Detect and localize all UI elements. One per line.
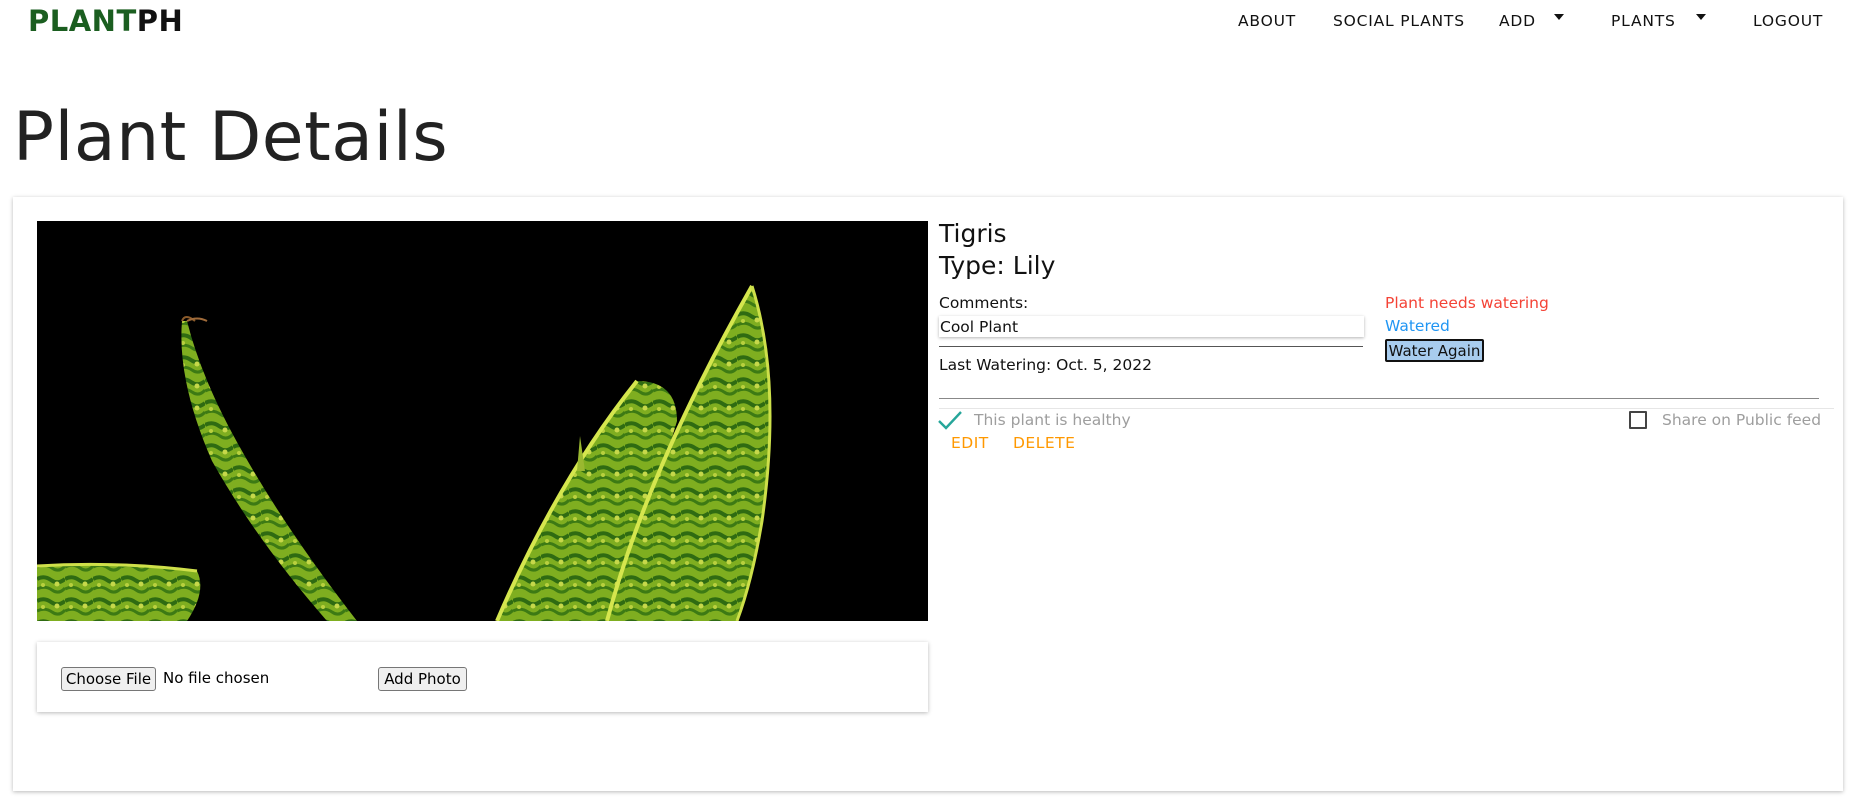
add-dropdown-caret-icon[interactable] [1554, 14, 1564, 20]
brand-part1: PLANT [28, 4, 137, 38]
plants-dropdown-caret-icon[interactable] [1696, 14, 1706, 20]
brand-logo[interactable]: PLANTPH [28, 4, 183, 38]
snake-plant-image [37, 285, 772, 621]
divider [939, 408, 1834, 409]
page-title: Plant Details [13, 98, 449, 177]
nav-logout[interactable]: LOGOUT [1753, 12, 1823, 30]
water-again-button[interactable]: Water Again [1385, 339, 1484, 362]
comments-field[interactable] [939, 316, 1364, 337]
comments-underline [939, 346, 1363, 347]
share-public-checkbox[interactable] [1629, 411, 1647, 429]
plant-type: Type: Lily [939, 251, 1056, 280]
no-file-chosen-text: No file chosen [163, 669, 270, 687]
nav-plants[interactable]: PLANTS [1611, 12, 1676, 30]
edit-button[interactable]: EDIT [951, 434, 989, 452]
plant-photo [37, 221, 928, 621]
brand-part2: PH [136, 4, 184, 38]
nav-add[interactable]: ADD [1499, 12, 1536, 30]
healthy-check-icon[interactable] [937, 409, 963, 431]
plant-card: Choose File No file chosen Add Photo Tig… [13, 197, 1843, 791]
needs-watering-alert: Plant needs watering [1385, 294, 1549, 312]
healthy-label: This plant is healthy [974, 411, 1131, 429]
comments-label: Comments: [939, 294, 1029, 312]
delete-button[interactable]: DELETE [1013, 434, 1075, 452]
choose-file-button[interactable]: Choose File [61, 667, 156, 691]
add-photo-button[interactable]: Add Photo [378, 667, 467, 691]
divider [939, 398, 1819, 399]
last-watering-text: Last Watering: Oct. 5, 2022 [939, 356, 1152, 374]
nav-social-plants[interactable]: SOCIAL PLANTS [1333, 12, 1465, 30]
plant-name: Tigris [939, 219, 1007, 248]
nav-about[interactable]: ABOUT [1238, 12, 1296, 30]
photo-upload-panel: Choose File No file chosen Add Photo [37, 642, 928, 712]
share-public-label: Share on Public feed [1662, 411, 1822, 429]
watered-link[interactable]: Watered [1385, 317, 1450, 335]
